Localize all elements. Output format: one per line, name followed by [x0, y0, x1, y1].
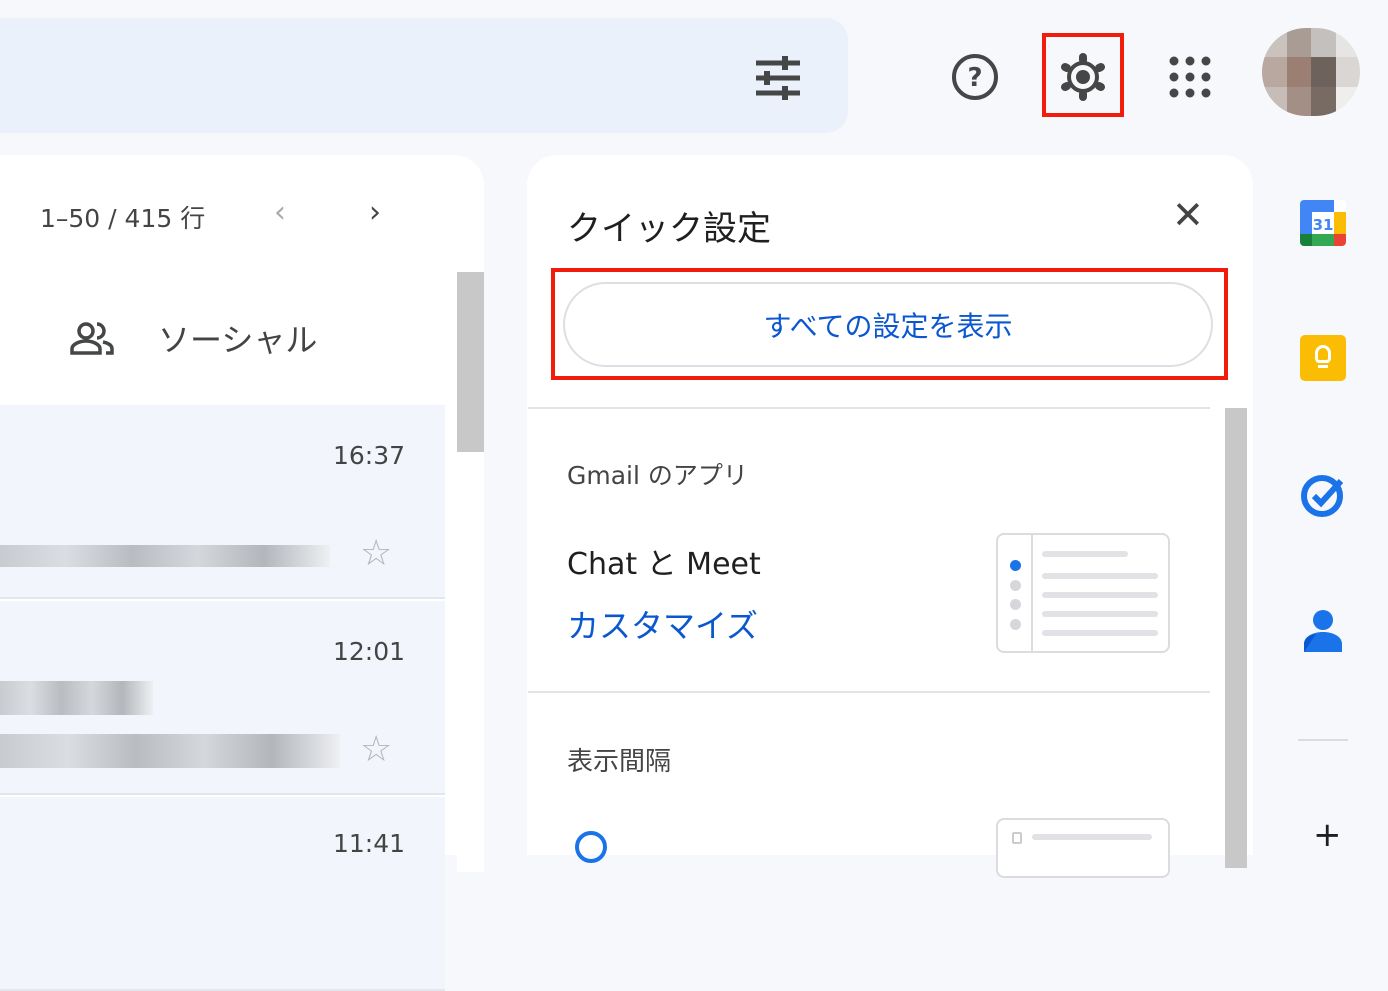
add-addon-icon[interactable]: + — [1313, 818, 1342, 852]
divider — [1298, 739, 1348, 741]
scrollbar[interactable] — [1225, 408, 1247, 868]
tasks-app-icon[interactable] — [1300, 472, 1346, 518]
svg-text:31: 31 — [1313, 216, 1334, 234]
apps-grid-icon[interactable] — [1169, 56, 1211, 98]
quick-settings-panel: クイック設定 ✕ すべての設定を表示 Gmail のアプリ Chat と Mee… — [527, 155, 1253, 878]
quick-settings-title: クイック設定 — [567, 209, 771, 249]
prev-page-button[interactable]: ‹ — [274, 195, 286, 230]
apps-section-label: Gmail のアプリ — [567, 461, 748, 490]
mail-list-panel: 1–50 / 415 行 ‹ › ソーシャル 16:37 ☆ 12:01 ☆ 1… — [0, 155, 484, 991]
mail-row[interactable]: 16:37 ☆ — [0, 405, 445, 599]
gear-icon[interactable] — [1058, 52, 1108, 102]
density-illustration — [996, 818, 1170, 878]
tab-social-label: ソーシャル — [158, 321, 318, 359]
mail-sender — [0, 681, 153, 715]
chat-meet-label: Chat と Meet — [567, 547, 761, 582]
people-icon — [70, 322, 114, 355]
keep-app-icon[interactable] — [1300, 335, 1346, 381]
mail-time: 11:41 — [332, 829, 405, 858]
scrollbar[interactable] — [457, 272, 484, 872]
divider — [528, 691, 1210, 693]
mail-snippet — [0, 545, 330, 567]
avatar[interactable] — [1262, 28, 1360, 116]
mail-row[interactable]: 12:01 ☆ — [0, 601, 445, 795]
mail-row[interactable]: 11:41 — [0, 797, 445, 991]
star-icon[interactable]: ☆ — [360, 533, 392, 574]
contacts-app-icon[interactable] — [1302, 608, 1344, 654]
mail-time: 16:37 — [332, 441, 405, 470]
customize-link[interactable]: カスタマイズ — [567, 601, 758, 647]
density-radio[interactable] — [575, 831, 607, 863]
calendar-app-icon[interactable]: 31 — [1300, 200, 1346, 250]
mail-time: 12:01 — [332, 637, 405, 666]
density-section-label: 表示間隔 — [567, 747, 672, 777]
chat-meet-illustration — [996, 533, 1170, 653]
mail-snippet — [0, 734, 340, 768]
svg-text:?: ? — [967, 63, 982, 93]
divider — [528, 407, 1210, 409]
search-bar[interactable] — [0, 18, 848, 133]
help-icon[interactable]: ? — [950, 52, 1000, 102]
tab-social[interactable]: ソーシャル — [70, 315, 317, 361]
star-icon[interactable]: ☆ — [360, 729, 392, 770]
tune-icon[interactable] — [752, 56, 804, 100]
all-settings-button[interactable]: すべての設定を表示 — [563, 282, 1213, 367]
next-page-button[interactable]: › — [369, 195, 381, 230]
pagination-text: 1–50 / 415 行 — [40, 204, 206, 233]
close-icon[interactable]: ✕ — [1172, 193, 1204, 237]
